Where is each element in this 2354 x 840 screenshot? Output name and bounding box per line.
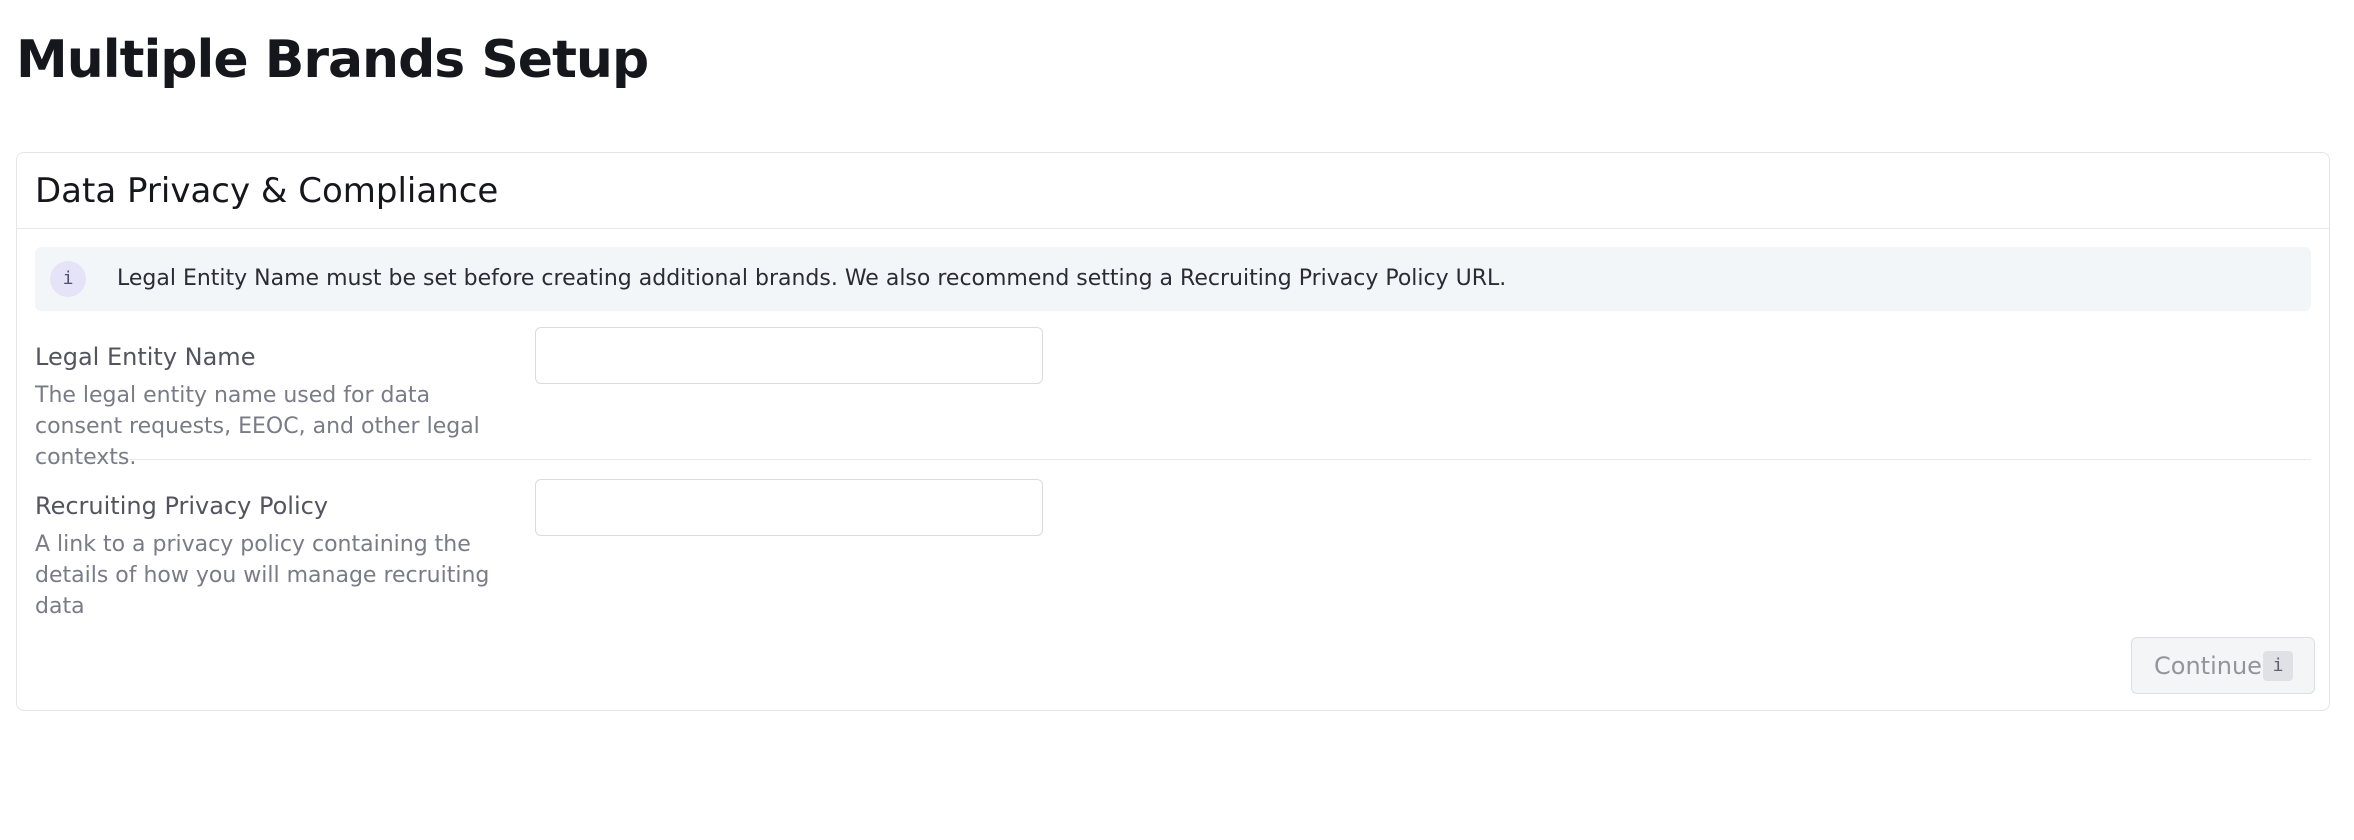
notice-text: Legal Entity Name must be set before cre… bbox=[117, 266, 1507, 291]
info-notice: i Legal Entity Name must be set before c… bbox=[35, 247, 2311, 311]
page-title: Multiple Brands Setup bbox=[16, 30, 649, 90]
recruiting-privacy-policy-description: A link to a privacy policy containing th… bbox=[35, 532, 490, 619]
recruiting-privacy-policy-label: Recruiting Privacy Policy bbox=[35, 492, 329, 520]
recruiting-privacy-policy-input[interactable] bbox=[535, 479, 1043, 536]
legal-entity-name-input[interactable] bbox=[535, 327, 1043, 384]
keyboard-shortcut-hint: i bbox=[2263, 651, 2293, 681]
section-header: Data Privacy & Compliance bbox=[17, 153, 2329, 229]
section-title: Data Privacy & Compliance bbox=[35, 171, 499, 211]
recruiting-privacy-policy-row: Recruiting Privacy Policy A link to a pr… bbox=[35, 475, 2311, 635]
data-privacy-section: Data Privacy & Compliance i Legal Entity… bbox=[16, 152, 2330, 711]
legal-entity-name-row: Legal Entity Name The legal entity name … bbox=[35, 323, 2311, 470]
legal-entity-name-description: The legal entity name used for data cons… bbox=[35, 383, 480, 470]
info-icon: i bbox=[50, 261, 86, 297]
continue-label: Continue bbox=[2154, 652, 2262, 680]
legal-entity-name-label: Legal Entity Name bbox=[35, 343, 256, 371]
continue-button[interactable]: Continue i bbox=[2131, 637, 2315, 694]
